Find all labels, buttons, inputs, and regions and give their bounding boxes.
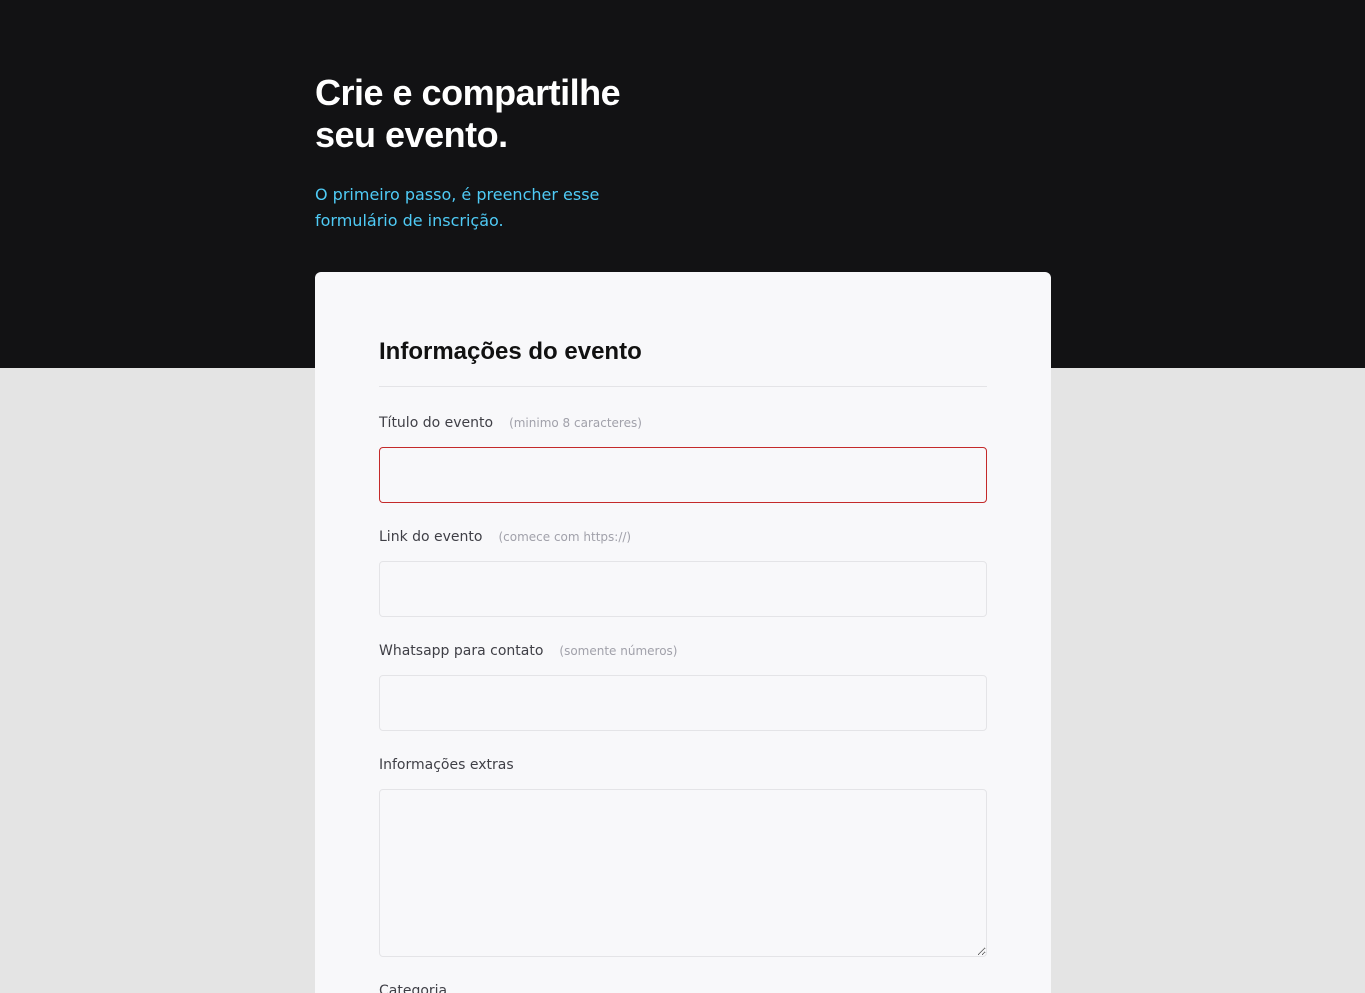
page: Crie e compartilhe seu evento. O primeir… xyxy=(0,0,1365,993)
event-title-input[interactable] xyxy=(379,447,987,503)
field-category: Categoria xyxy=(379,983,987,993)
extra-info-textarea[interactable] xyxy=(379,789,987,957)
label-row: Categoria xyxy=(379,983,987,993)
whatsapp-hint: (somente números) xyxy=(559,644,678,658)
event-form: Informações do evento Título do evento (… xyxy=(379,336,987,993)
label-row: Título do evento (minimo 8 caracteres) xyxy=(379,415,987,435)
hero-title: Crie e compartilhe seu evento. xyxy=(315,72,655,156)
event-link-input[interactable] xyxy=(379,561,987,617)
field-extra-info: Informações extras xyxy=(379,757,987,957)
label-row: Whatsapp para contato (somente números) xyxy=(379,643,987,663)
section-title: Informações do evento xyxy=(379,336,987,387)
event-form-card: Informações do evento Título do evento (… xyxy=(315,272,1051,993)
hero-subtitle-line-2: formulário de inscrição. xyxy=(315,211,504,230)
event-title-label: Título do evento xyxy=(379,415,494,431)
hero-title-line-2: seu evento. xyxy=(315,114,508,155)
hero-subtitle: O primeiro passo, é preencher esse formu… xyxy=(315,182,615,234)
field-event-link: Link do evento (comece com https://) xyxy=(379,529,987,617)
hero-subtitle-line-1: O primeiro passo, é preencher esse xyxy=(315,185,600,204)
event-link-hint: (comece com https://) xyxy=(498,530,632,544)
extra-info-label: Informações extras xyxy=(379,757,514,773)
whatsapp-input[interactable] xyxy=(379,675,987,731)
field-whatsapp: Whatsapp para contato (somente números) xyxy=(379,643,987,731)
category-label: Categoria xyxy=(379,983,448,993)
hero-title-line-1: Crie e compartilhe xyxy=(315,72,621,113)
label-row: Informações extras xyxy=(379,757,987,777)
event-link-label: Link do evento xyxy=(379,529,483,545)
whatsapp-label: Whatsapp para contato xyxy=(379,643,544,659)
hero: Crie e compartilhe seu evento. O primeir… xyxy=(315,72,675,234)
event-title-hint: (minimo 8 caracteres) xyxy=(509,416,642,430)
field-event-title: Título do evento (minimo 8 caracteres) xyxy=(379,415,987,503)
label-row: Link do evento (comece com https://) xyxy=(379,529,987,549)
